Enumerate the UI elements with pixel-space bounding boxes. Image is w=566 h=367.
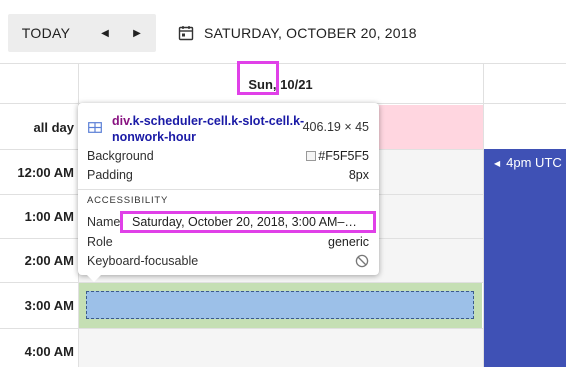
color-swatch-icon (306, 151, 317, 161)
chevron-left-icon: ◀ (101, 27, 109, 39)
element-tag: div (112, 114, 130, 128)
calendar-icon (178, 26, 194, 41)
slot-cell-4am[interactable] (79, 329, 483, 367)
navigation-button-group: TODAY ◀ ▶ (8, 14, 156, 52)
role-label: Role (87, 235, 113, 249)
time-label-12am: 12:00 AM (17, 165, 74, 180)
background-label: Background (87, 149, 154, 163)
accessible-name-text: Saturday, October 20, 2018, 3:00 AM–… (132, 215, 357, 229)
tooltip-divider (78, 189, 379, 190)
selected-slot-3am[interactable] (79, 283, 482, 328)
allday-label: all day (33, 120, 74, 135)
current-date-label: SATURDAY, OCTOBER 20, 2018 (204, 25, 417, 41)
event-label: 4pm UTC (506, 155, 562, 170)
next-button[interactable]: ▶ (120, 14, 154, 52)
event-4pm-utc[interactable]: ◀ 4pm UTC (484, 149, 566, 367)
date-picker-button[interactable]: SATURDAY, OCTOBER 20, 2018 (178, 20, 417, 46)
time-label-3am: 3:00 AM (24, 298, 74, 313)
background-hex: #F5F5F5 (318, 149, 369, 163)
element-selector: div.k-scheduler-cell.k-slot-cell.k-nonwo… (112, 113, 308, 145)
time-label-2am: 2:00 AM (24, 253, 74, 268)
padding-label: Padding (87, 168, 133, 182)
not-focusable-icon (355, 254, 369, 268)
previous-button[interactable]: ◀ (88, 14, 122, 52)
day-header-highlight (237, 61, 279, 95)
background-value: #F5F5F5 (306, 149, 369, 163)
role-value: generic (328, 235, 369, 249)
focusable-row: Keyboard-focusable (87, 252, 369, 270)
element-grid-icon (88, 122, 102, 133)
chevron-right-icon: ▶ (133, 27, 141, 39)
inspect-tooltip: div.k-scheduler-cell.k-slot-cell.k-nonwo… (78, 103, 379, 275)
day-header-sun[interactable]: Sun, 10/21 (78, 64, 483, 104)
padding-value: 8px (348, 168, 369, 182)
name-label: Name (87, 215, 121, 229)
padding-row: Padding 8px (87, 166, 369, 184)
accessibility-section-title: ACCESSIBILITY (87, 195, 169, 206)
focusable-label: Keyboard-focusable (87, 254, 199, 268)
time-label-4am: 4:00 AM (24, 344, 74, 359)
background-row: Background #F5F5F5 (87, 147, 369, 165)
hour-line (0, 328, 483, 329)
role-row: Role generic (87, 233, 369, 251)
tooltip-arrow (86, 274, 102, 282)
selected-slot-content (86, 291, 474, 319)
scheduler-toolbar: TODAY ◀ ▶ SATURDAY, OCTOBER 20, 2018 (0, 0, 566, 64)
caret-left-icon: ◀ (494, 159, 501, 168)
element-size: 406.19 × 45 (302, 120, 369, 134)
today-button[interactable]: TODAY (8, 14, 84, 52)
accessible-name-value: Saturday, October 20, 2018, 3:00 AM–… (120, 211, 376, 233)
time-label-1am: 1:00 AM (24, 209, 74, 224)
element-classes: .k-scheduler-cell.k-slot-cell.k-nonwork-… (112, 114, 305, 144)
